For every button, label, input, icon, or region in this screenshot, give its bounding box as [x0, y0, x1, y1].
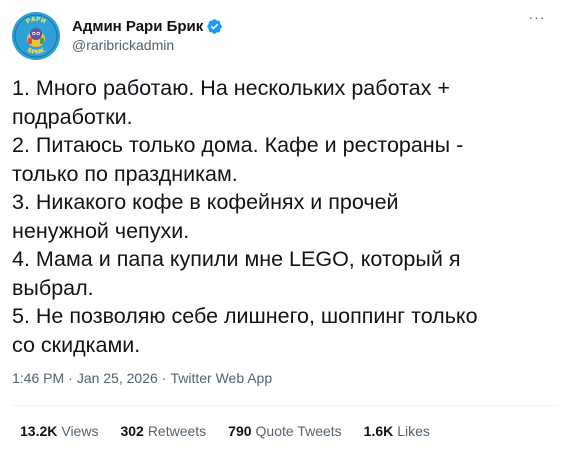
tweet-text-line: 5. Не позволяю себе лишнего, шоппинг тол… [12, 304, 478, 328]
tweet-text-line: подработки. [12, 104, 133, 129]
display-name-row: Админ Рари Брик [72, 16, 223, 36]
divider [12, 405, 557, 406]
display-name[interactable]: Админ Рари Брик [72, 18, 203, 35]
retweets-count: 302 [120, 423, 144, 439]
tweet-card: РАРИ БРИК Админ Рари Брик @raribrickadmi… [0, 0, 569, 456]
tweet-header: РАРИ БРИК Админ Рари Брик @raribrickadmi… [12, 10, 557, 64]
tweet-text-line: 1. Много работаю. На нескольких работах … [12, 76, 450, 100]
tweet-date[interactable]: Jan 25, 2026 [77, 370, 158, 386]
likes-stat[interactable]: 1.6K Likes [364, 423, 430, 439]
tweet-text-line: ненужной чепухи. [12, 218, 190, 243]
author-handle[interactable]: @raribrickadmin [72, 37, 223, 53]
tweet-text-line: только по праздникам. [12, 161, 238, 186]
quote-tweets-stat[interactable]: 790 Quote Tweets [228, 423, 342, 439]
author-names: Админ Рари Брик @raribrickadmin [72, 16, 223, 53]
retweets-label: Retweets [147, 423, 207, 439]
views-count: 13.2K [20, 423, 58, 439]
verified-badge-icon [206, 18, 223, 35]
views-stat[interactable]: 13.2K Views [20, 423, 98, 439]
retweets-stat[interactable]: 302 Retweets [120, 423, 206, 439]
quote-tweets-count: 790 [228, 423, 252, 439]
views-label: Views [61, 423, 99, 439]
tweet-text-line: 2. Питаюсь только дома. Кафе и рестораны… [12, 133, 464, 157]
quote-tweets-label: Quote Tweets [255, 423, 342, 439]
meta-separator: · [68, 370, 73, 386]
tweet-text: 1. Много работаю. На нескольких работах … [12, 74, 552, 359]
tweet-text-line: 4. Мама и папа купили мне LEGO, который … [12, 247, 461, 271]
tweet-text-line: 3. Никакого кофе в кофейнях и прочей [12, 190, 399, 214]
tweet-text-line: со скидками. [12, 332, 141, 357]
tweet-text-line: выбрал. [12, 275, 94, 300]
tweet-meta: 1:46 PM · Jan 25, 2026 · Twitter Web App [12, 370, 272, 386]
likes-label: Likes [397, 423, 430, 439]
likes-count: 1.6K [363, 423, 394, 439]
meta-separator: · [161, 370, 167, 386]
more-options-icon[interactable]: ··· [525, 10, 549, 30]
avatar-logo-icon: РАРИ БРИК [12, 12, 60, 60]
tweet-source[interactable]: Twitter Web App [170, 370, 272, 386]
avatar[interactable]: РАРИ БРИК [12, 12, 60, 60]
tweet-stats: 13.2K Views 302 Retweets 790 Quote Tweet… [20, 423, 452, 439]
tweet-time[interactable]: 1:46 PM [12, 370, 64, 386]
